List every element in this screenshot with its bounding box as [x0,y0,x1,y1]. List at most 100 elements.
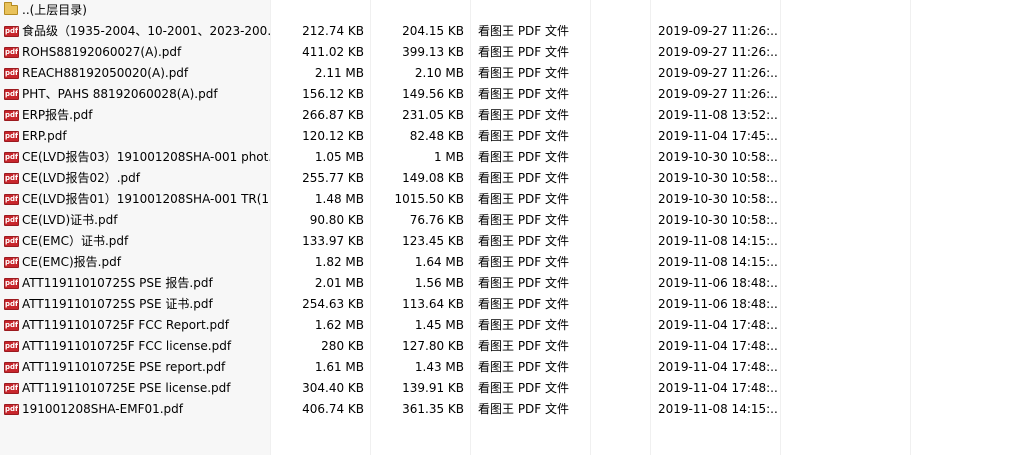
file-row[interactable]: CE(LVD)证书.pdf 90.80 KB 76.76 KB 看图王 PDF 文件 2… [0,210,1009,231]
file-size: 133.97 KB [302,234,364,248]
file-type: 看图王 PDF 文件 [478,255,570,269]
pdf-file-icon [4,152,19,163]
file-size: 2.11 MB [314,66,364,80]
file-name-cell[interactable]: ROHS88192060027(A).pdf [0,42,270,63]
file-row[interactable]: CE(EMC）证书.pdf 133.97 KB 123.45 KB 看图王 PDF 文… [0,231,1009,252]
pdf-file-icon [4,26,19,37]
file-modified: 2019-11-06 18:48:... [658,276,778,290]
file-row[interactable]: REACH88192050020(A).pdf 2.11 MB 2.10 MB 看图王… [0,63,1009,84]
pdf-file-icon [4,194,19,205]
file-row[interactable]: ERP.pdf 120.12 KB 82.48 KB 看图王 PDF 文件 2019-1… [0,126,1009,147]
file-size: 2.01 MB [314,276,364,290]
file-type: 看图王 PDF 文件 [478,339,570,353]
file-name-cell[interactable]: PHT、PAHS 88192060028(A).pdf [0,84,270,105]
file-name-cell[interactable]: 191001208SHA-EMF01.pdf [0,399,270,420]
file-row[interactable]: ATT11911010725E PSE license.pdf 304.40 KB… [0,378,1009,399]
file-row[interactable]: ROHS88192060027(A).pdf 411.02 KB 399.13 KB… [0,42,1009,63]
file-name-cell[interactable]: REACH88192050020(A).pdf [0,63,270,84]
file-name: ATT11911010725F FCC license.pdf [22,339,232,353]
file-name: CE(LVD报告02）.pdf [22,171,141,185]
pdf-file-icon [4,320,19,331]
file-name: 191001208SHA-EMF01.pdf [22,402,184,416]
file-modified: 2019-11-04 17:48:... [658,360,778,374]
parent-folder-row[interactable]: ..(上层目录) [0,0,1009,21]
file-name: CE(LVD报告01）191001208SHA-001 TR(1... [22,192,270,206]
file-row[interactable]: 191001208SHA-EMF01.pdf 406.74 KB 361.35 KB… [0,399,1009,420]
file-row[interactable]: ATT11911010725S PSE 证书.pdf 254.63 KB 113.6… [0,294,1009,315]
file-compressed-size: 1.45 MB [414,318,464,332]
file-row[interactable]: ATT11911010725F FCC license.pdf 280 KB 127… [0,336,1009,357]
file-compressed-size: 1.64 MB [414,255,464,269]
file-row[interactable]: ATT11911010725E PSE report.pdf 1.61 MB 1.4… [0,357,1009,378]
file-size: 1.48 MB [314,192,364,206]
file-modified: 2019-11-04 17:48:... [658,318,778,332]
file-name-cell[interactable]: CE(LVD报告03）191001208SHA-001 phot... [0,147,270,168]
file-name: ERP.pdf [22,129,67,143]
file-row[interactable]: ERP报告.pdf 266.87 KB 231.05 KB 看图王 PDF 文件 201… [0,105,1009,126]
file-modified: 2019-11-06 18:48:... [658,297,778,311]
file-name-cell[interactable]: ERP报告.pdf [0,105,270,126]
file-type: 看图王 PDF 文件 [478,318,570,332]
file-name-cell[interactable]: ATT11911010725E PSE report.pdf [0,357,270,378]
file-row[interactable]: PHT、PAHS 88192060028(A).pdf 156.12 KB 149.… [0,84,1009,105]
file-name-cell[interactable]: ATT11911010725S PSE 报告.pdf [0,273,270,294]
pdf-file-icon [4,404,19,415]
file-type: 看图王 PDF 文件 [478,360,570,374]
file-size: 212.74 KB [302,24,364,38]
file-name-cell[interactable]: CE(LVD)证书.pdf [0,210,270,231]
file-row[interactable]: CE(LVD报告02）.pdf 255.77 KB 149.08 KB 看图王 PDF… [0,168,1009,189]
file-compressed-size: 2.10 MB [414,66,464,80]
file-modified: 2019-11-08 14:15:... [658,402,778,416]
file-name-cell[interactable]: ATT11911010725E PSE license.pdf [0,378,270,399]
file-row[interactable]: ATT11911010725F FCC Report.pdf 1.62 MB 1.4… [0,315,1009,336]
file-modified: 2019-10-30 10:58:... [658,171,778,185]
file-name-cell[interactable]: 食品级（1935-2004、10-2001、2023-200... [0,21,270,42]
file-name: ATT11911010725S PSE 证书.pdf [22,297,213,311]
parent-folder-name[interactable]: ..(上层目录) [0,0,270,21]
file-size: 411.02 KB [302,45,364,59]
file-modified: 2019-09-27 11:26:... [658,45,778,59]
file-name-cell[interactable]: CE(LVD报告02）.pdf [0,168,270,189]
file-compressed-size: 127.80 KB [402,339,464,353]
file-name: CE(LVD报告03）191001208SHA-001 phot... [22,150,270,164]
file-row[interactable]: CE(LVD报告03）191001208SHA-001 phot... 1.05 … [0,147,1009,168]
file-name-cell[interactable]: CE(EMC）证书.pdf [0,231,270,252]
file-name: ATT11911010725E PSE license.pdf [22,381,231,395]
file-type: 看图王 PDF 文件 [478,192,570,206]
pdf-file-icon [4,278,19,289]
file-name: 食品级（1935-2004、10-2001、2023-200... [22,24,270,38]
file-compressed-size: 1.43 MB [414,360,464,374]
file-size: 120.12 KB [302,129,364,143]
file-size: 406.74 KB [302,402,364,416]
file-name-cell[interactable]: CE(EMC)报告.pdf [0,252,270,273]
file-row[interactable]: ATT11911010725S PSE 报告.pdf 2.01 MB 1.56 MB… [0,273,1009,294]
folder-icon [4,2,18,15]
file-size: 255.77 KB [302,171,364,185]
file-type: 看图王 PDF 文件 [478,402,570,416]
file-modified: 2019-11-08 14:15:... [658,234,778,248]
file-compressed-size: 1 MB [433,150,464,164]
file-name: PHT、PAHS 88192060028(A).pdf [22,87,218,101]
file-name-cell[interactable]: ERP.pdf [0,126,270,147]
file-row[interactable]: CE(LVD报告01）191001208SHA-001 TR(1... 1.48 … [0,189,1009,210]
pdf-file-icon [4,131,19,142]
file-row[interactable]: CE(EMC)报告.pdf 1.82 MB 1.64 MB 看图王 PDF 文件 201… [0,252,1009,273]
file-modified: 2019-10-30 10:58:... [658,192,778,206]
file-name: ATT11911010725E PSE report.pdf [22,360,226,374]
file-name: CE(LVD)证书.pdf [22,213,118,227]
file-row[interactable]: 食品级（1935-2004、10-2001、2023-200... 212.74 … [0,21,1009,42]
pdf-file-icon [4,215,19,226]
file-type: 看图王 PDF 文件 [478,297,570,311]
file-name-cell[interactable]: ATT11911010725F FCC Report.pdf [0,315,270,336]
file-modified: 2019-10-30 10:58:... [658,150,778,164]
file-name-cell[interactable]: ATT11911010725F FCC license.pdf [0,336,270,357]
file-name-cell[interactable]: CE(LVD报告01）191001208SHA-001 TR(1... [0,189,270,210]
file-type: 看图王 PDF 文件 [478,45,570,59]
file-name: CE(EMC）证书.pdf [22,234,129,248]
file-type: 看图王 PDF 文件 [478,66,570,80]
file-name-cell[interactable]: ATT11911010725S PSE 证书.pdf [0,294,270,315]
file-compressed-size: 139.91 KB [402,381,464,395]
file-size: 156.12 KB [302,87,364,101]
parent-folder-label: ..(上层目录) [22,3,87,17]
file-modified: 2019-11-08 14:15:... [658,255,778,269]
